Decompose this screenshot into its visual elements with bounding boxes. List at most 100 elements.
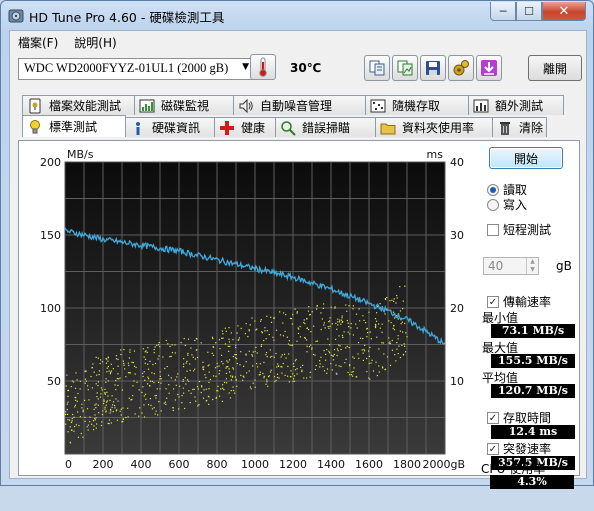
access-time-point bbox=[68, 419, 71, 421]
access-time-point bbox=[386, 296, 388, 299]
window-title: HD Tune Pro 4.60 - 硬碟檢測工具 bbox=[29, 10, 225, 25]
access-time-point bbox=[283, 353, 286, 355]
exit-button[interactable]: 離開 bbox=[528, 55, 582, 81]
access-time-point bbox=[396, 348, 398, 350]
access-time-point bbox=[228, 327, 230, 329]
access-time-point bbox=[334, 307, 336, 309]
access-time-point bbox=[325, 353, 327, 355]
short-test-size-input[interactable]: 40 ▲ ▼ bbox=[483, 257, 539, 275]
access-time-point bbox=[336, 354, 338, 357]
access-time-point bbox=[383, 353, 385, 355]
access-time-point bbox=[95, 403, 97, 405]
access-time-point bbox=[144, 379, 146, 381]
y-tick-left: 200 bbox=[40, 156, 61, 169]
tab-health[interactable]: 健康 bbox=[214, 117, 276, 137]
access-time-point bbox=[155, 394, 158, 397]
tab-benchmark[interactable]: 標準測試 bbox=[22, 115, 126, 137]
access-time-point bbox=[228, 368, 230, 370]
access-time-point bbox=[188, 380, 190, 382]
access-time-point bbox=[299, 325, 301, 328]
start-button[interactable]: 開始 bbox=[489, 147, 563, 169]
tab-drive-info[interactable]: 硬碟資訊 bbox=[125, 117, 215, 137]
drive-select[interactable]: WDC WD2000FYYZ-01UL1 (2000 gB) ▼ bbox=[18, 58, 254, 80]
tab-disk-monitor[interactable]: 磁碟監視 bbox=[134, 95, 234, 115]
access-time-point bbox=[216, 366, 218, 368]
access-time-point bbox=[297, 332, 300, 335]
minimize-button[interactable]: ─ bbox=[490, 2, 516, 21]
access-time-point bbox=[377, 323, 380, 325]
access-time-point bbox=[149, 384, 151, 387]
access-time-checkbox[interactable]: ✓ 存取時間 bbox=[487, 409, 551, 426]
access-time-point bbox=[123, 362, 125, 365]
benchmark-side-panel: 開始 讀取 寫入 短程測試 40 ▲ ▼ gB ✓ 傳輸速率 最小值 73.1 … bbox=[482, 141, 579, 477]
title-bar[interactable]: HD Tune Pro 4.60 - 硬碟檢測工具 ─ ☐ ✕ bbox=[1, 1, 593, 29]
access-time-point bbox=[194, 339, 196, 342]
access-time-point bbox=[290, 370, 292, 372]
access-time-point bbox=[158, 401, 160, 403]
access-time-point bbox=[148, 378, 150, 380]
right-axis-unit: ms bbox=[427, 148, 444, 161]
tab-error-scan[interactable]: 錯誤掃瞄 bbox=[275, 117, 376, 137]
access-time-point bbox=[270, 369, 272, 371]
menu-help[interactable]: 說明(H) bbox=[66, 34, 124, 51]
access-time-point bbox=[289, 317, 292, 319]
access-time-point bbox=[143, 395, 145, 397]
access-time-point bbox=[186, 370, 188, 372]
access-time-point bbox=[280, 356, 282, 358]
access-time-point bbox=[108, 370, 110, 372]
access-time-point bbox=[315, 308, 318, 310]
access-time-point bbox=[96, 392, 98, 394]
access-time-point bbox=[348, 326, 350, 328]
access-time-point bbox=[327, 338, 329, 340]
access-time-point bbox=[227, 361, 229, 363]
avg-value: 120.7 MB/s bbox=[491, 384, 575, 398]
copy-screenshot-button[interactable] bbox=[392, 55, 418, 81]
copy-info-button[interactable] bbox=[364, 55, 390, 81]
access-time-point bbox=[67, 431, 69, 433]
access-time-point bbox=[374, 323, 377, 325]
access-time-point bbox=[225, 382, 228, 384]
access-time-point bbox=[88, 399, 90, 401]
access-time-point bbox=[192, 388, 194, 391]
access-time-point bbox=[345, 347, 347, 349]
access-time-point bbox=[265, 338, 267, 340]
temperature-readout: 30℃ bbox=[290, 61, 322, 75]
tab-erase[interactable]: 清除 bbox=[492, 117, 547, 137]
access-time-point bbox=[232, 355, 234, 358]
maximize-button[interactable]: ☐ bbox=[516, 2, 542, 21]
access-time-point bbox=[391, 299, 393, 301]
access-time-point bbox=[183, 337, 185, 340]
write-radio[interactable]: 寫入 bbox=[487, 196, 527, 213]
close-button[interactable]: ✕ bbox=[542, 2, 586, 21]
access-time-point bbox=[344, 362, 346, 364]
access-time-point bbox=[225, 367, 227, 369]
access-time-point bbox=[157, 381, 160, 383]
tab-extra-tests[interactable]: 額外測試 bbox=[468, 95, 564, 115]
burst-rate-checkbox[interactable]: ✓ 突發速率 bbox=[487, 440, 551, 457]
access-time-point bbox=[403, 343, 405, 345]
tab-folder-usage[interactable]: 資料夾使用率 bbox=[375, 117, 493, 137]
access-time-point bbox=[147, 363, 149, 365]
access-time-point bbox=[301, 370, 303, 373]
access-time-point bbox=[369, 378, 371, 380]
options-button[interactable] bbox=[448, 55, 474, 81]
spinner-arrows-icon[interactable]: ▲ ▼ bbox=[526, 258, 538, 274]
access-time-point bbox=[294, 360, 296, 362]
access-time-point bbox=[117, 400, 119, 402]
short-test-checkbox[interactable]: 短程測試 bbox=[487, 221, 551, 238]
access-time-point bbox=[166, 365, 168, 368]
tab-acoustic-management[interactable]: 自動噪音管理 bbox=[233, 95, 366, 115]
download-button[interactable] bbox=[476, 55, 502, 81]
access-time-point bbox=[189, 363, 191, 365]
tab-file-benchmark[interactable]: 檔案效能測試 bbox=[22, 95, 135, 115]
access-time-point bbox=[95, 407, 97, 409]
access-time-point bbox=[105, 410, 107, 412]
temperature-button[interactable] bbox=[250, 54, 276, 80]
tab-random-access[interactable]: 隨機存取 bbox=[365, 95, 469, 115]
menu-file[interactable]: 檔案(F) bbox=[10, 34, 66, 51]
access-time-point bbox=[67, 395, 69, 397]
save-button[interactable] bbox=[420, 55, 446, 81]
access-time-point bbox=[311, 311, 313, 313]
access-time-point bbox=[341, 334, 344, 337]
transfer-rate-checkbox[interactable]: ✓ 傳輸速率 bbox=[487, 293, 551, 310]
